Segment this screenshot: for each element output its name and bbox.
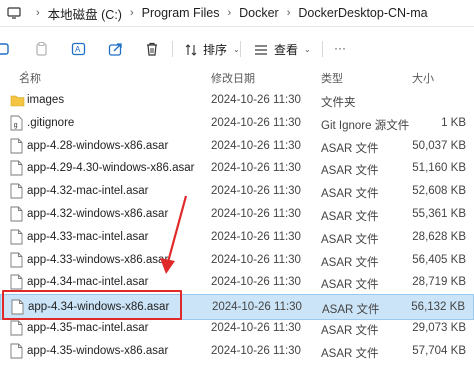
column-header-date[interactable]: 修改日期 (211, 70, 255, 86)
breadcrumb: › 本地磁盘 (C:) › Program Files › Docker › D… (28, 4, 428, 23)
file-date: 2024-10-26 11:30 (211, 344, 301, 357)
file-size: 57,704 KB (412, 344, 466, 357)
address-bar[interactable]: › 本地磁盘 (C:) › Program Files › Docker › D… (0, 0, 474, 27)
file-size: 51,160 KB (412, 162, 466, 175)
rename-icon[interactable]: A (70, 40, 88, 58)
file-size: 55,361 KB (412, 208, 466, 220)
column-header-name[interactable]: 名称 (19, 70, 41, 86)
chevron-down-icon: ⌄ (304, 45, 311, 54)
file-icon (10, 320, 24, 337)
folder-icon (10, 94, 25, 111)
toolbar-divider (172, 41, 173, 57)
column-header: ^ 名称 修改日期 类型 大小 (0, 66, 474, 86)
file-icon (10, 252, 24, 269)
git-file-icon: g (10, 115, 24, 132)
chevron-right-icon: › (36, 7, 40, 19)
new-icon[interactable] (0, 40, 12, 58)
column-header-size[interactable]: 大小 (412, 70, 434, 86)
file-name: app-4.32-windows-x86.asar (27, 208, 169, 220)
file-type: ASAR 文件 (321, 165, 379, 178)
file-name: app-4.29-4.30-windows-x86.asar (27, 162, 195, 175)
file-name: app-4.34-mac-intel.asar (27, 276, 149, 289)
chevron-right-icon: › (227, 7, 232, 19)
file-icon (10, 274, 24, 291)
more-icon: ··· (334, 41, 346, 55)
toolbar-divider (240, 41, 241, 57)
file-date: 2024-10-26 11:30 (211, 116, 301, 129)
view-label: 查看 (274, 43, 299, 57)
file-date: 2024-10-26 11:30 (211, 276, 301, 289)
svg-text:g: g (14, 122, 18, 130)
share-icon[interactable] (107, 40, 125, 58)
file-icon (10, 229, 24, 246)
breadcrumb-item-dockerdesktop[interactable]: DockerDesktop-CN-ma (298, 6, 427, 20)
file-name: images (27, 94, 65, 106)
file-date: 2024-10-26 11:30 (211, 322, 301, 334)
file-icon (10, 138, 24, 155)
file-icon (10, 160, 24, 177)
breadcrumb-item-docker[interactable]: Docker (239, 6, 279, 20)
delete-icon[interactable] (143, 40, 161, 58)
column-header-type[interactable]: 类型 (321, 70, 343, 86)
file-type: ASAR 文件 (321, 211, 379, 223)
toolbar-divider (322, 41, 323, 57)
file-size: 28,719 KB (412, 276, 466, 289)
monitor-icon (0, 7, 28, 19)
file-type: ASAR 文件 (321, 233, 379, 246)
file-size: 56,405 KB (412, 253, 466, 266)
file-date: 2024-10-26 11:30 (212, 301, 302, 314)
file-name: app-4.33-windows-x86.asar (27, 253, 169, 266)
file-row[interactable]: app-4.35-windows-x86.asar 2024-10-26 11:3… (0, 339, 474, 365)
file-type: ASAR 文件 (321, 142, 379, 155)
file-name: app-4.35-mac-intel.asar (27, 322, 149, 334)
file-icon (10, 343, 24, 360)
file-name: app-4.32-mac-intel.asar (27, 185, 149, 198)
file-type: ASAR 文件 (321, 279, 379, 292)
file-size: 29,073 KB (412, 322, 466, 334)
file-type: ASAR 文件 (321, 256, 379, 269)
file-date: 2024-10-26 11:30 (211, 185, 301, 198)
file-size: 56,132 KB (411, 301, 465, 314)
file-type: 文件夹 (321, 97, 356, 109)
file-icon (10, 206, 24, 223)
sort-button[interactable]: 排序 ⌄ (184, 41, 240, 58)
breadcrumb-item-drive[interactable]: 本地磁盘 (C:) (48, 4, 122, 23)
copy-icon[interactable] (32, 40, 50, 58)
file-size: 28,628 KB (412, 230, 466, 243)
file-date: 2024-10-26 11:30 (211, 139, 301, 152)
file-type: ASAR 文件 (322, 304, 380, 317)
chevron-right-icon: › (129, 7, 134, 19)
more-button[interactable]: ··· (334, 41, 346, 55)
file-name: .gitignore (27, 116, 75, 129)
file-type: Git Ignore 源文件 (321, 119, 410, 132)
file-type: ASAR 文件 (321, 325, 379, 337)
file-date: 2024-10-26 11:30 (211, 230, 301, 243)
file-date: 2024-10-26 11:30 (211, 162, 301, 175)
chevron-right-icon: › (286, 7, 291, 19)
chevron-down-icon: ⌄ (233, 45, 240, 54)
file-size: 1 KB (441, 116, 466, 129)
file-name: app-4.35-windows-x86.asar (27, 344, 169, 357)
file-size: 52,608 KB (412, 185, 466, 198)
file-name: app-4.33-mac-intel.asar (27, 230, 149, 243)
file-name: app-4.28-windows-x86.asar (27, 139, 169, 152)
view-icon (255, 44, 267, 55)
file-type: ASAR 文件 (321, 188, 379, 201)
view-button[interactable]: 查看 ⌄ (254, 41, 311, 58)
file-type: ASAR 文件 (321, 347, 379, 360)
sort-icon (185, 43, 197, 56)
svg-text:A: A (75, 45, 81, 54)
file-date: 2024-10-26 11:30 (211, 208, 301, 220)
sort-label: 排序 (203, 43, 228, 57)
file-icon (10, 183, 24, 200)
file-date: 2024-10-26 11:30 (211, 94, 301, 106)
breadcrumb-item-program-files[interactable]: Program Files (142, 6, 220, 20)
annotation-highlight-box (2, 290, 182, 320)
command-bar: A 排序 ⌄ 查看 ⌄ ··· (0, 32, 474, 66)
file-date: 2024-10-26 11:30 (211, 253, 301, 266)
file-size: 50,037 KB (412, 139, 466, 152)
